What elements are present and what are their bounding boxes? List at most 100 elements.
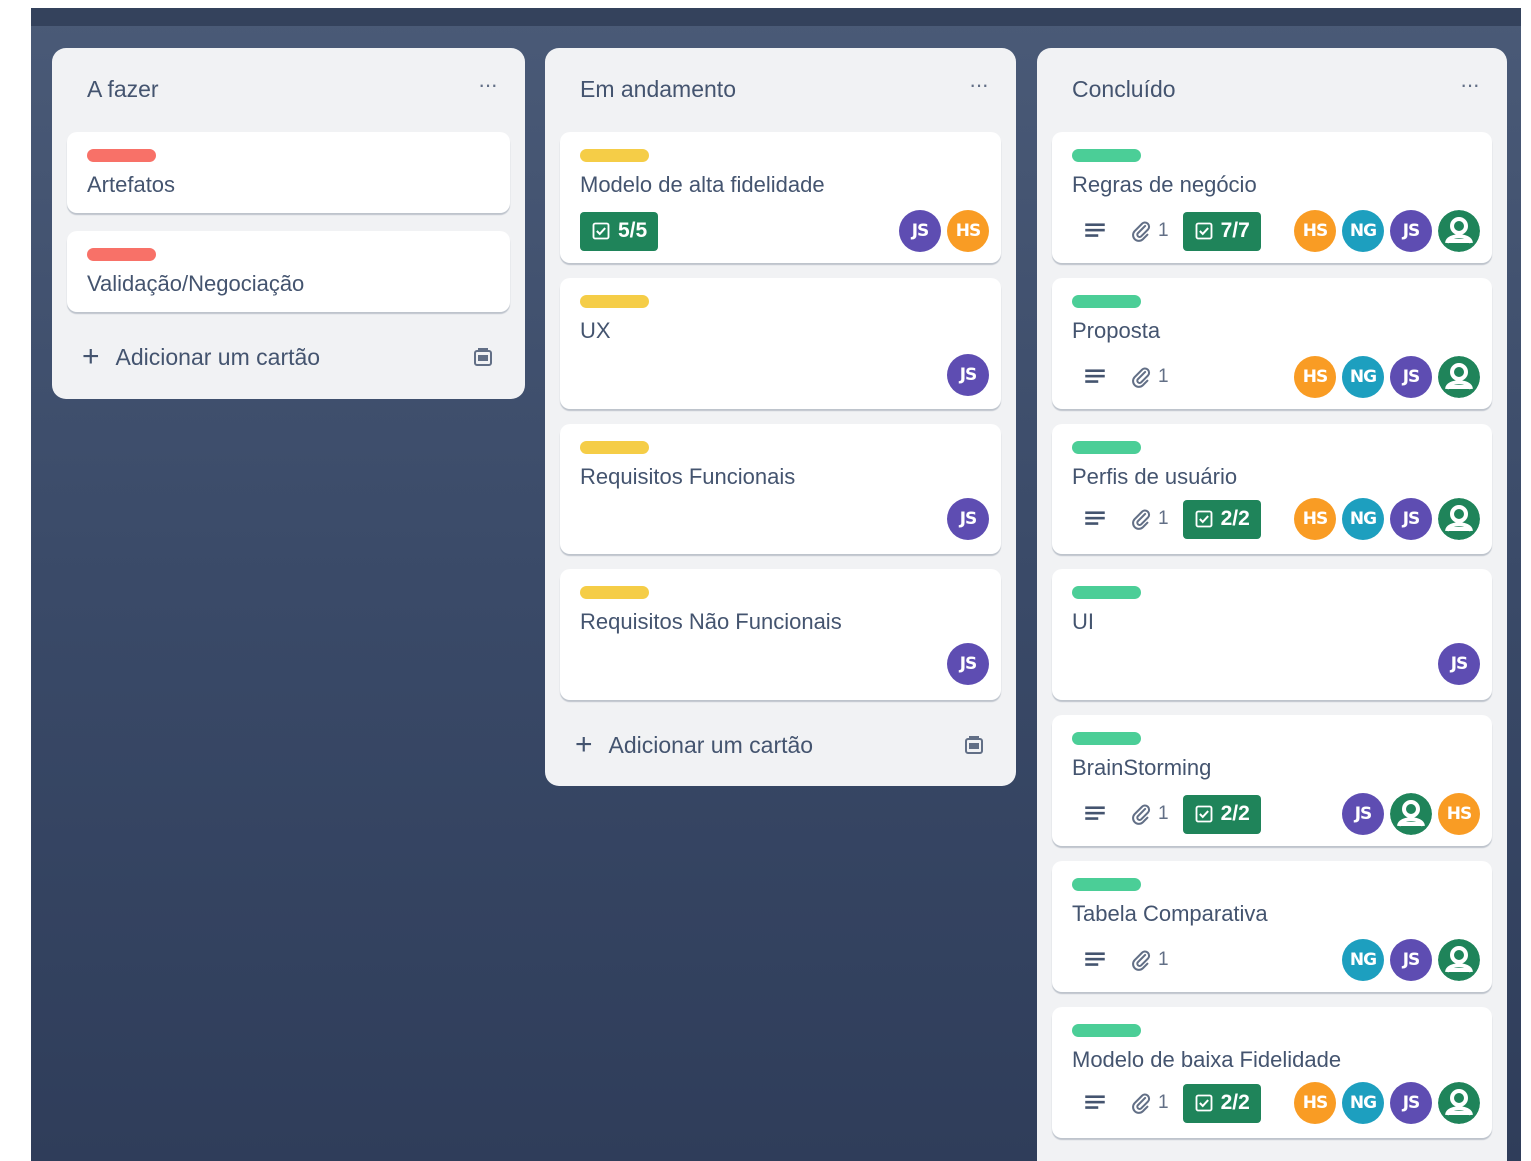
add-card-label: Adicionar um cartão <box>608 731 814 758</box>
attachment-count: 1 <box>1158 366 1169 387</box>
card-badges: 1 <box>1072 940 1183 980</box>
list-header[interactable]: Em andamento ··· <box>545 48 1016 120</box>
user-avatar-icon[interactable] <box>1438 498 1480 540</box>
avatar[interactable]: JS <box>947 643 989 685</box>
create-from-template-icon[interactable] <box>962 733 986 757</box>
add-card-button[interactable]: + Adicionar um cartão <box>575 722 813 768</box>
avatar[interactable]: HS <box>1294 356 1336 398</box>
card-label[interactable] <box>580 295 649 308</box>
card-label[interactable] <box>580 441 649 454</box>
avatar[interactable]: HS <box>947 210 989 252</box>
user-avatar-icon[interactable] <box>1438 210 1480 252</box>
card-label[interactable] <box>87 149 156 162</box>
card-members: NG JS <box>1342 939 1480 981</box>
card[interactable]: Tabela Comparativa 1 NG JS <box>1052 861 1492 992</box>
attachment-icon <box>1130 366 1152 388</box>
avatar[interactable]: JS <box>1390 1082 1432 1124</box>
avatar[interactable]: NG <box>1342 498 1384 540</box>
card[interactable]: UI JS <box>1052 569 1492 700</box>
card-badges: 1 2/2 <box>1072 794 1261 834</box>
card-label[interactable] <box>1072 295 1141 308</box>
list-menu-button[interactable]: ··· <box>1460 72 1480 98</box>
checklist-count: 2/2 <box>1220 802 1250 825</box>
avatar[interactable]: JS <box>947 354 989 396</box>
checklist-icon <box>1194 804 1214 824</box>
board-header-bar <box>31 8 1521 26</box>
card-title: BrainStorming <box>1072 755 1212 780</box>
attachment-count: 1 <box>1158 803 1169 824</box>
card[interactable]: Perfis de usuário 1 2/2 HS NG JS <box>1052 424 1492 554</box>
list-a-fazer: A fazer ··· Artefatos Validação/Negociaç… <box>52 48 525 399</box>
avatar[interactable]: JS <box>899 210 941 252</box>
card[interactable]: Regras de negócio 1 7/7 HS NG JS <box>1052 132 1492 263</box>
user-avatar-icon[interactable] <box>1438 356 1480 398</box>
description-icon <box>1082 218 1108 244</box>
avatar[interactable]: HS <box>1294 1082 1336 1124</box>
card[interactable]: Requisitos Funcionais JS <box>560 424 1001 554</box>
avatar[interactable]: JS <box>1390 210 1432 252</box>
card-title: Perfis de usuário <box>1072 464 1238 489</box>
avatar[interactable]: NG <box>1342 210 1384 252</box>
card-title: Modelo de baixa Fidelidade <box>1072 1047 1342 1072</box>
add-card-button[interactable]: + Adicionar um cartão <box>82 334 320 380</box>
checklist-count: 2/2 <box>1220 1091 1250 1114</box>
list-menu-button[interactable]: ··· <box>969 72 989 98</box>
card[interactable]: Modelo de alta fidelidade 5/5 JS HS <box>560 132 1001 263</box>
avatar[interactable]: JS <box>1390 498 1432 540</box>
avatar[interactable]: NG <box>1342 939 1384 981</box>
list-menu-button[interactable]: ··· <box>478 72 498 98</box>
avatar[interactable]: HS <box>1294 210 1336 252</box>
card-title: Requisitos Funcionais <box>580 464 796 489</box>
avatar[interactable]: JS <box>1390 939 1432 981</box>
card[interactable]: Validação/Negociação <box>67 231 510 312</box>
checklist-badge: 2/2 <box>1182 794 1261 834</box>
list-title[interactable]: A fazer <box>87 76 159 103</box>
create-from-template-icon[interactable] <box>471 345 495 369</box>
plus-icon: + <box>575 728 593 761</box>
card-label[interactable] <box>1072 149 1141 162</box>
avatar[interactable]: JS <box>1390 356 1432 398</box>
attachment-count: 1 <box>1158 1092 1169 1113</box>
card[interactable]: Requisitos Não Funcionais JS <box>560 569 1001 700</box>
description-icon <box>1082 801 1108 827</box>
checklist-icon <box>1194 509 1214 529</box>
user-avatar-icon[interactable] <box>1438 939 1480 981</box>
list-title[interactable]: Concluído <box>1072 76 1176 103</box>
card-members: HS NG JS <box>1294 210 1480 252</box>
card[interactable]: Artefatos <box>67 132 510 213</box>
card-badges: 1 2/2 <box>1072 1083 1261 1123</box>
card-title: Regras de negócio <box>1072 172 1257 197</box>
list-title[interactable]: Em andamento <box>580 76 736 103</box>
card-label[interactable] <box>1072 586 1141 599</box>
card-title: Requisitos Não Funcionais <box>580 609 842 634</box>
card-label[interactable] <box>580 586 649 599</box>
card[interactable]: Modelo de baixa Fidelidade 1 2/2 HS NG J… <box>1052 1007 1492 1138</box>
avatar[interactable]: JS <box>1438 643 1480 685</box>
checklist-count: 7/7 <box>1220 219 1250 242</box>
card-title: UI <box>1072 609 1094 634</box>
avatar[interactable]: JS <box>1342 793 1384 835</box>
avatar[interactable]: HS <box>1294 498 1336 540</box>
card[interactable]: Proposta 1 HS NG JS <box>1052 278 1492 409</box>
avatar[interactable]: JS <box>947 498 989 540</box>
user-avatar-icon[interactable] <box>1438 1082 1480 1124</box>
list-header[interactable]: Concluído ··· <box>1037 48 1507 120</box>
card-label[interactable] <box>580 149 649 162</box>
card-label[interactable] <box>1072 1024 1141 1037</box>
card-label[interactable] <box>1072 732 1141 745</box>
card-members: JS <box>1438 643 1480 685</box>
card[interactable]: UX JS <box>560 278 1001 409</box>
attachment-icon <box>1130 803 1152 825</box>
card-title: UX <box>580 318 611 343</box>
card-label[interactable] <box>87 248 156 261</box>
card-label[interactable] <box>1072 441 1141 454</box>
list-header[interactable]: A fazer ··· <box>52 48 525 120</box>
card-label[interactable] <box>1072 878 1141 891</box>
card-title: Tabela Comparativa <box>1072 901 1268 926</box>
card[interactable]: BrainStorming 1 2/2 JS HS <box>1052 715 1492 846</box>
avatar[interactable]: NG <box>1342 356 1384 398</box>
avatar[interactable]: NG <box>1342 1082 1384 1124</box>
description-icon <box>1082 1090 1108 1116</box>
user-avatar-icon[interactable] <box>1390 793 1432 835</box>
avatar[interactable]: HS <box>1438 793 1480 835</box>
